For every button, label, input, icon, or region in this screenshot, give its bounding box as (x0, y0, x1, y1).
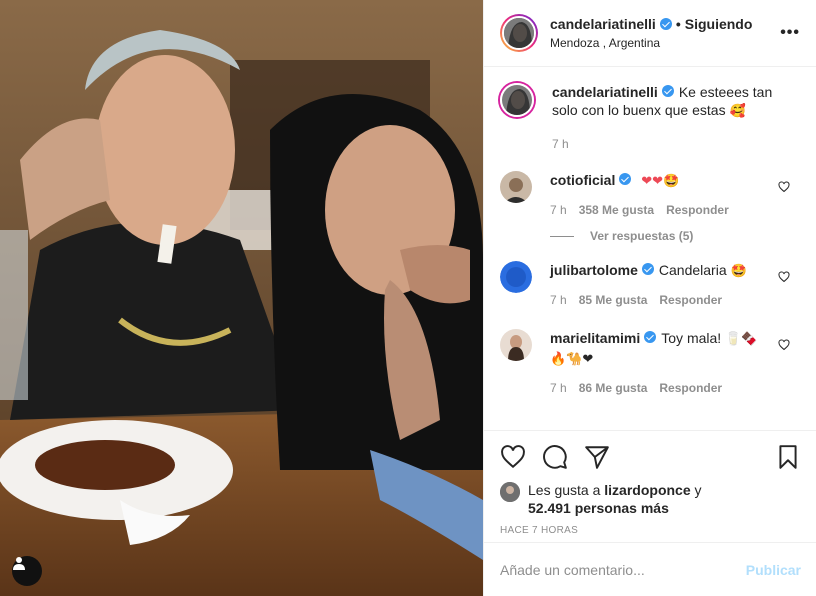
liked-by-user[interactable]: lizardoponce (604, 482, 690, 498)
liker-avatar[interactable] (500, 482, 520, 502)
header-meta: candelariatinelli • Siguiendo Mendoza , … (550, 16, 780, 50)
comment-username[interactable]: julibartolome (550, 262, 638, 278)
instagram-post: candelariatinelli • Siguiendo Mendoza , … (0, 0, 816, 596)
caption-emoji: 🥰 (729, 104, 746, 119)
like-heart-icon[interactable] (500, 444, 526, 470)
comment-likes[interactable]: 86 Me gusta (579, 381, 648, 395)
add-comment-bar: Publicar (484, 542, 816, 596)
publish-button[interactable]: Publicar (746, 562, 801, 578)
post-header: candelariatinelli • Siguiendo Mendoza , … (484, 0, 816, 67)
liked-by-prefix: Les gusta a (528, 482, 601, 498)
like-comment-heart-icon[interactable] (778, 181, 790, 193)
liked-by-others[interactable]: 52.491 personas más (528, 500, 669, 516)
comments-list: candelariatinelli Ke esteees tan solo con… (484, 67, 816, 430)
caption-username[interactable]: candelariatinelli (552, 84, 658, 100)
like-comment-heart-icon[interactable] (778, 339, 790, 351)
comment-likes[interactable]: 358 Me gusta (579, 203, 654, 217)
view-replies-button[interactable]: Ver respuestas (5) (550, 229, 800, 243)
avatar-image (504, 18, 534, 48)
action-icons (500, 441, 801, 473)
replies-divider (550, 235, 574, 237)
comment-text: Toy mala! (661, 330, 722, 346)
post-actions: Les gusta a lizardoponce y 52.491 person… (484, 430, 816, 536)
avatar-image (502, 85, 532, 115)
separator-dot: • (675, 16, 681, 32)
comment-likes[interactable]: 85 Me gusta (579, 293, 648, 307)
verified-icon (619, 173, 632, 185)
comment-username[interactable]: marielitamimi (550, 330, 640, 346)
comment-time[interactable]: 7 h (550, 203, 567, 217)
reply-button[interactable]: Responder (659, 381, 722, 395)
comment-username[interactable]: cotioficial (550, 172, 615, 188)
tagged-users-button[interactable] (12, 556, 42, 586)
comment-bubble-icon[interactable] (542, 444, 568, 470)
comment-emoji: ❤❤🤩 (641, 174, 680, 189)
view-replies-label: Ver respuestas (5) (590, 229, 694, 243)
ellipsis-icon[interactable]: ••• (780, 24, 800, 42)
comment-item: julibartolome Candelaria 🤩 7 h 85 Me gust… (500, 261, 800, 307)
share-paper-plane-icon[interactable] (584, 444, 610, 470)
verified-icon (659, 18, 672, 30)
comment-emoji: 🤩 (730, 264, 747, 279)
avatar-image (500, 261, 532, 293)
caption-time[interactable]: 7 h (552, 137, 569, 151)
follow-status-button[interactable]: Siguiendo (685, 16, 753, 32)
commenter-avatar[interactable] (500, 329, 532, 361)
avatar-image (500, 171, 532, 203)
user-icon (13, 557, 25, 570)
comment-input[interactable] (500, 561, 746, 578)
reply-button[interactable]: Responder (666, 203, 729, 217)
comment-time[interactable]: 7 h (550, 293, 567, 307)
comment-item: marielitamimi Toy mala! 🥛🍫 🔥🐪❤ 7 h 86 Me … (500, 329, 800, 395)
comment-text: Candelaria (658, 262, 727, 278)
caption-avatar[interactable] (500, 83, 534, 117)
photo-illustration (0, 0, 483, 596)
post-panel: candelariatinelli • Siguiendo Mendoza , … (483, 0, 816, 596)
liked-by-connector: y (694, 482, 702, 498)
avatar-image (500, 329, 532, 361)
commenter-avatar[interactable] (500, 171, 532, 203)
verified-icon (644, 331, 657, 343)
author-username[interactable]: candelariatinelli (550, 16, 656, 32)
comment-item: cotioficial ❤❤🤩 7 h 358 Me gusta Respond… (500, 171, 800, 217)
like-comment-heart-icon[interactable] (778, 271, 790, 283)
verified-icon (661, 85, 674, 97)
avatar-image (500, 482, 520, 502)
verified-icon (641, 263, 654, 275)
caption: candelariatinelli Ke esteees tan solo con… (500, 83, 800, 151)
bookmark-icon[interactable] (775, 444, 801, 470)
post-time[interactable]: HACE 7 HORAS (500, 525, 801, 536)
post-photo[interactable] (0, 0, 483, 596)
liked-by: Les gusta a lizardoponce y 52.491 person… (500, 481, 801, 517)
reply-button[interactable]: Responder (659, 293, 722, 307)
location-link[interactable]: Mendoza , Argentina (550, 36, 780, 50)
author-avatar[interactable] (500, 14, 538, 52)
commenter-avatar[interactable] (500, 261, 532, 293)
comment-time[interactable]: 7 h (550, 381, 567, 395)
